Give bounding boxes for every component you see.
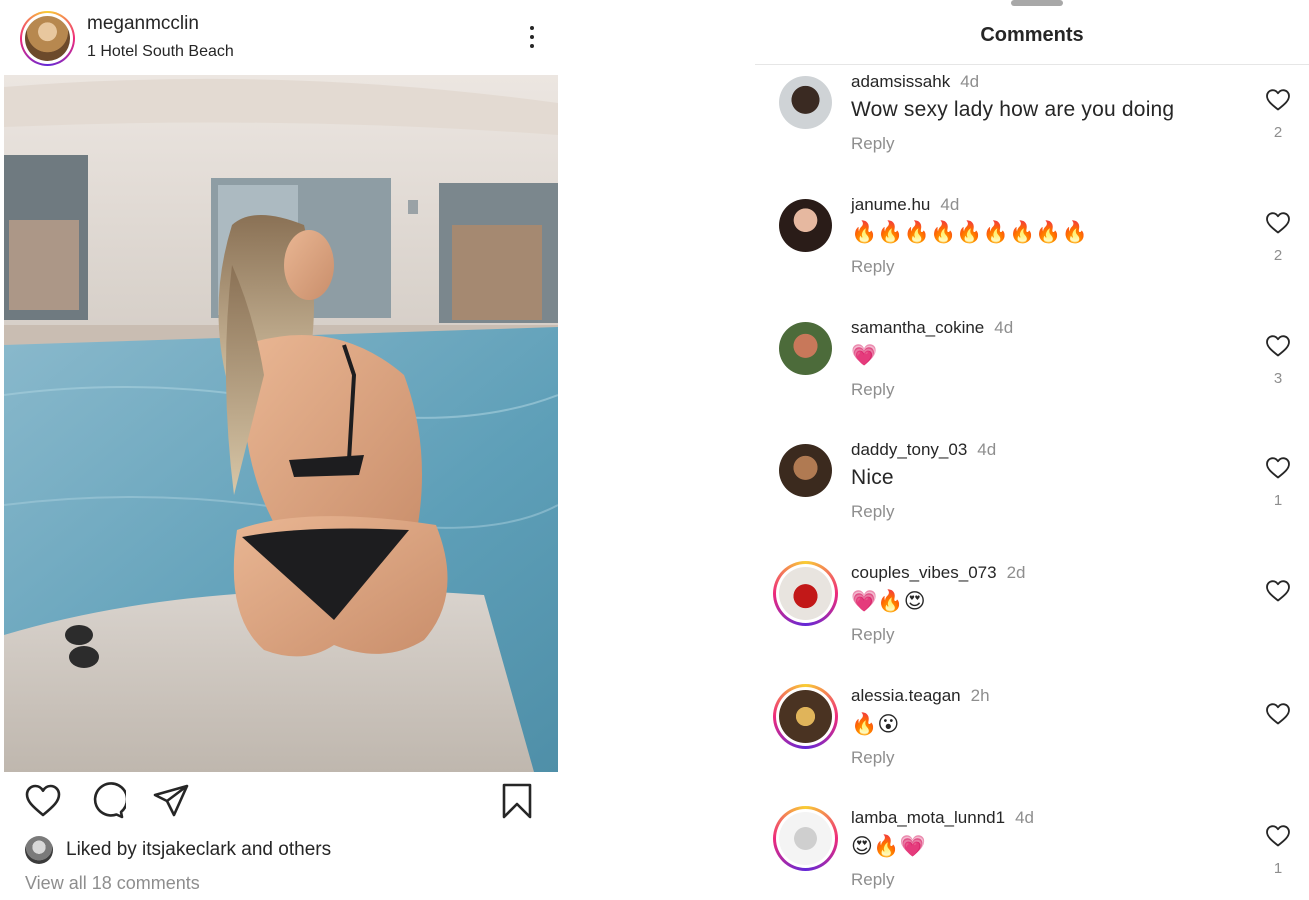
commenter-avatar[interactable] [773,806,838,871]
comment-text: Wow sexy lady how are you doing [851,98,1175,121]
liked-by-text[interactable]: Liked by itsjakeclark and others [66,839,331,861]
commenter-username-text[interactable]: daddy_tony_03 [851,440,967,459]
post-username[interactable]: meganmcclin [87,13,199,35]
comment-timestamp: 4d [960,72,980,91]
comment-text: 🔥🔥🔥🔥🔥🔥🔥🔥🔥 [851,221,1089,244]
heart-outline-icon[interactable] [1265,456,1291,480]
reply-button[interactable]: Reply [851,502,894,522]
commenter-avatar[interactable] [779,199,832,252]
instagram-post: meganmcclin 1 Hotel South Beach Liked by… [0,0,562,900]
comment-timestamp: 2h [970,686,990,705]
post-header: meganmcclin 1 Hotel South Beach [20,11,540,67]
comment-like-count: 1 [1273,860,1283,877]
comment-row: samantha_cokine 4d 💗 Reply 3 [755,318,1309,428]
reply-button[interactable]: Reply [851,748,894,768]
comment-timestamp: 4d [1015,808,1034,827]
vertical-dots-icon[interactable] [524,23,540,53]
heart-outline-icon[interactable] [1265,88,1291,112]
paper-plane-icon[interactable] [152,782,190,820]
commenter-username[interactable]: alessia.teagan 2h [851,686,990,706]
commenter-username-text[interactable]: samantha_cokine [851,318,984,337]
commenter-username-text[interactable]: lamba_mota_lunnd1 [851,808,1005,827]
commenter-username[interactable]: lamba_mota_lunnd1 4d [851,808,1034,828]
commenter-username-text[interactable]: couples_vibes_073 [851,563,997,582]
comment-row: daddy_tony_03 4d Nice Reply 1 [755,440,1309,550]
commenter-avatar[interactable] [779,444,832,497]
comment-row: adamsissahk 4d Wow sexy lady how are you d… [755,72,1309,182]
heart-outline-icon[interactable] [1265,579,1291,603]
comment-text: Nice [851,466,894,489]
comment-timestamp: 4d [994,318,1014,337]
heart-outline-icon[interactable] [24,782,62,820]
reply-button[interactable]: Reply [851,625,894,645]
comment-text: 💗 [851,344,878,367]
post-author-avatar[interactable] [20,11,75,66]
comments-sheet: Comments adamsissahk 4d Wow sexy lady how … [755,0,1309,900]
view-all-comments-link[interactable]: View all 18 comments [25,873,200,894]
reply-button[interactable]: Reply [851,380,894,400]
speech-bubble-icon[interactable] [88,782,129,820]
sheet-drag-handle[interactable] [1011,0,1063,6]
liked-by-row: Liked by itsjakeclark and others [25,835,331,865]
comment-text: 😍🔥💗 [851,835,926,858]
comment-timestamp: 4d [940,195,960,214]
comment-like-count: 2 [1273,124,1283,141]
commenter-username[interactable]: janume.hu 4d [851,195,959,215]
post-action-bar [24,782,538,822]
commenter-avatar[interactable] [773,684,838,749]
comment-text: 🔥😮 [851,713,900,736]
commenter-username[interactable]: samantha_cokine 4d [851,318,1013,338]
heart-outline-icon[interactable] [1265,334,1291,358]
comment-row: couples_vibes_073 2d 💗🔥😍 Reply [755,561,1309,673]
commenter-username-text[interactable]: janume.hu [851,195,930,214]
comment-row: lamba_mota_lunnd1 4d 😍🔥💗 Reply 1 [755,806,1309,900]
bookmark-icon[interactable] [498,782,536,820]
commenter-username[interactable]: adamsissahk 4d [851,72,979,92]
commenter-avatar[interactable] [779,322,832,375]
comment-timestamp: 2d [1006,563,1026,582]
post-photo[interactable] [4,75,558,772]
commenter-avatar[interactable] [773,561,838,626]
comment-timestamp: 4d [977,440,997,459]
comment-row: janume.hu 4d 🔥🔥🔥🔥🔥🔥🔥🔥🔥 Reply 2 [755,195,1309,305]
divider [755,64,1309,65]
comment-row: alessia.teagan 2h 🔥😮 Reply [755,684,1309,796]
reply-button[interactable]: Reply [851,134,894,154]
comments-title: Comments [980,24,1084,46]
commenter-username[interactable]: daddy_tony_03 4d [851,440,996,460]
comment-like-count: 3 [1273,370,1283,387]
commenter-username-text[interactable]: adamsissahk [851,72,950,91]
heart-outline-icon[interactable] [1265,824,1291,848]
heart-outline-icon[interactable] [1265,211,1291,235]
reply-button[interactable]: Reply [851,870,894,890]
post-location[interactable]: 1 Hotel South Beach [87,43,234,61]
commenter-username[interactable]: couples_vibes_073 2d [851,563,1025,583]
comment-like-count: 2 [1273,247,1283,264]
liker-avatar[interactable] [25,836,53,864]
commenter-username-text[interactable]: alessia.teagan [851,686,961,705]
commenter-avatar[interactable] [779,76,832,129]
comment-text: 💗🔥😍 [851,590,926,613]
heart-outline-icon[interactable] [1265,702,1291,726]
reply-button[interactable]: Reply [851,257,894,277]
comment-like-count: 1 [1273,492,1283,509]
